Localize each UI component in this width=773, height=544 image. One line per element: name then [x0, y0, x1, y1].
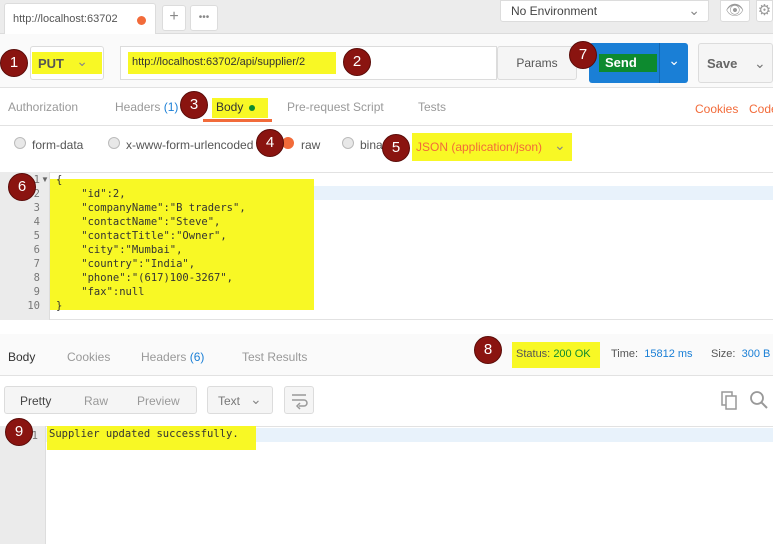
tab-body-label: Body: [216, 100, 244, 114]
wrap-lines-button[interactable]: [284, 386, 314, 414]
code-line: "companyName":"B traders",: [56, 202, 246, 214]
response-tab-headers[interactable]: Headers (6): [141, 350, 204, 364]
response-headers-label: Headers: [141, 350, 187, 364]
copy-icon[interactable]: [719, 389, 739, 411]
radio-form-data[interactable]: [14, 137, 26, 149]
more-tabs-button[interactable]: •••: [190, 5, 218, 31]
line-number: 7: [33, 258, 40, 270]
params-button[interactable]: Params: [497, 46, 577, 80]
headers-count: (1): [163, 100, 179, 114]
environment-select[interactable]: No Environment ⌄: [500, 0, 709, 22]
radio-binary[interactable]: [342, 137, 354, 149]
pretty-button[interactable]: Pretty: [20, 394, 51, 408]
time-label: Time:: [611, 348, 639, 360]
urlencoded-label[interactable]: x-www-form-urlencoded: [126, 138, 253, 152]
annotation-badge: 9: [5, 418, 33, 446]
code-line: "contactName":"Steve",: [56, 216, 221, 228]
response-time: Time: 15812 ms: [611, 348, 693, 360]
method-label: PUT: [38, 56, 64, 71]
annotation-badge: 2: [343, 48, 371, 76]
status-badge: Status: 200 OK: [512, 342, 600, 368]
time-value: 15812 ms: [644, 348, 693, 360]
content-type-label: JSON (application/json): [416, 140, 543, 154]
eye-icon[interactable]: 👁: [720, 0, 750, 22]
cookies-link[interactable]: Cookies: [695, 102, 738, 116]
tab-authorization[interactable]: Authorization: [8, 100, 78, 114]
code-link[interactable]: Code: [749, 102, 773, 116]
save-label: Save: [707, 56, 738, 71]
search-icon[interactable]: [748, 389, 768, 411]
save-button[interactable]: Save ⌄: [698, 43, 773, 83]
body-tab-underline: [203, 119, 272, 122]
annotation-badge: 4: [256, 129, 284, 157]
code-line: "country":"India",: [56, 258, 196, 270]
code-line: "city":"Mumbai",: [56, 244, 183, 256]
raw-label[interactable]: raw: [301, 138, 320, 152]
response-size: Size: 300 B: [711, 348, 770, 360]
response-tab-body[interactable]: Body: [8, 350, 35, 364]
raw-button[interactable]: Raw: [84, 394, 108, 408]
line-number: 5: [33, 230, 40, 242]
line-number: 3: [33, 202, 40, 214]
new-tab-button[interactable]: +: [162, 5, 186, 31]
tab-headers-label: Headers: [115, 100, 161, 114]
size-value: 300 B: [741, 348, 771, 360]
url-input[interactable]: http://localhost:63702/api/supplier/2: [128, 52, 336, 74]
chevron-down-icon[interactable]: ⌄: [668, 52, 680, 69]
tab-headers[interactable]: Headers (1): [115, 100, 178, 114]
response-tab-cookies[interactable]: Cookies: [67, 350, 110, 364]
content-type-select[interactable]: JSON (application/json) ⌄: [412, 133, 572, 161]
line-number: 8: [33, 272, 40, 284]
send-divider: [659, 43, 660, 83]
chevron-down-icon[interactable]: ⌄: [754, 55, 766, 72]
status-value: 200 OK: [553, 348, 591, 360]
code-line: "id":2,: [56, 188, 126, 200]
body-active-dot-icon: [249, 104, 256, 111]
method-select[interactable]: PUT ⌄: [32, 52, 102, 74]
chevron-down-icon: ⌄: [76, 53, 88, 69]
annotation-badge: 3: [180, 91, 208, 119]
annotation-badge: 5: [382, 134, 410, 162]
request-tab-label: http://localhost:63702: [13, 13, 118, 25]
line-number: 9: [33, 286, 40, 298]
code-line: "contactTitle":"Owner",: [56, 230, 227, 242]
code-line: }: [56, 300, 63, 312]
tab-tests[interactable]: Tests: [418, 100, 446, 114]
chevron-down-icon: ⌄: [250, 391, 262, 407]
code-line: "phone":"(617)100-3267",: [56, 272, 234, 284]
code-line: "fax":null: [56, 286, 145, 298]
annotation-badge: 6: [8, 173, 36, 201]
radio-urlencoded[interactable]: [108, 137, 120, 149]
send-label[interactable]: Send: [599, 54, 657, 72]
tab-pre-request-script[interactable]: Pre-request Script: [287, 100, 384, 114]
line-number: 6: [33, 244, 40, 256]
copy-icon-svg: [721, 391, 737, 410]
code-line: {: [56, 174, 63, 186]
gear-icon[interactable]: ⚙: [756, 0, 773, 22]
line-number: 10: [27, 300, 40, 312]
chevron-down-icon: ⌄: [688, 2, 700, 18]
environment-label: No Environment: [511, 4, 598, 18]
annotation-badge: 8: [474, 336, 502, 364]
divider: [0, 125, 773, 126]
form-data-label[interactable]: form-data: [32, 138, 83, 152]
unsaved-dot-icon: [137, 16, 146, 25]
response-headers-count: (6): [189, 350, 205, 364]
size-label: Size:: [711, 348, 736, 360]
tab-body[interactable]: Body: [212, 98, 268, 118]
annotation-badge: 1: [0, 49, 28, 77]
response-tab-test-results[interactable]: Test Results: [242, 350, 307, 364]
chevron-down-icon: ⌄: [554, 137, 566, 153]
fold-icon[interactable]: ▼: [41, 175, 49, 184]
preview-button[interactable]: Preview: [137, 394, 180, 408]
status-label: Status:: [516, 348, 551, 360]
annotation-badge: 7: [569, 41, 597, 69]
wrap-lines-icon: [292, 394, 308, 410]
format-select[interactable]: Text ⌄: [207, 386, 273, 414]
search-icon-svg: [750, 391, 768, 409]
line-number: 4: [33, 216, 40, 228]
request-tab[interactable]: http://localhost:63702: [4, 3, 156, 34]
format-label: Text: [218, 394, 241, 408]
response-text: Supplier updated successfully.: [47, 426, 256, 450]
